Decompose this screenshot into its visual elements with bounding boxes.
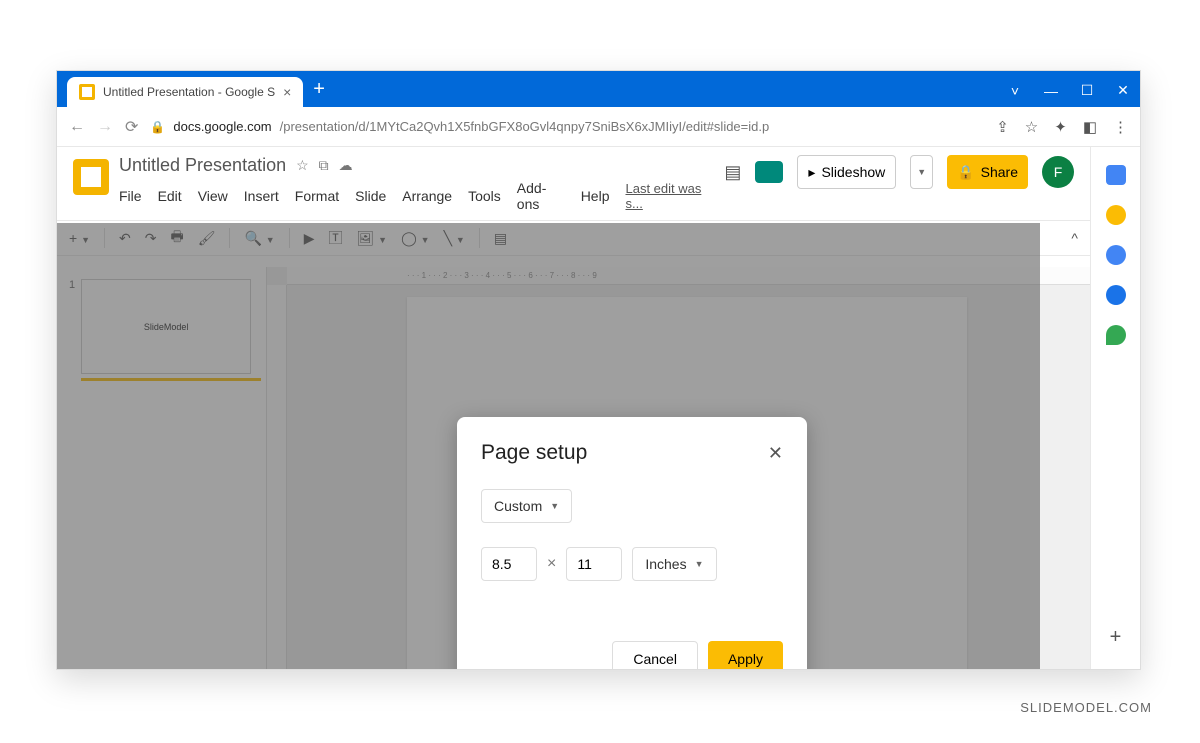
window-titlebar: Untitled Presentation - Google S × + ˅ —… — [57, 71, 1140, 107]
size-preset-value: Custom — [494, 498, 542, 514]
dialog-close-icon[interactable]: ✕ — [768, 443, 783, 464]
move-icon[interactable]: ⧉ — [319, 157, 329, 174]
undo-button[interactable]: ↶ — [119, 230, 131, 247]
sidepanel-icon[interactable]: ◧ — [1083, 118, 1097, 136]
share-label: Share — [981, 164, 1018, 180]
doc-title[interactable]: Untitled Presentation — [119, 155, 286, 176]
menu-file[interactable]: File — [119, 188, 142, 204]
dimension-separator-icon: × — [547, 555, 556, 573]
slideshow-label: Slideshow — [821, 164, 885, 180]
browser-tab[interactable]: Untitled Presentation - Google S × — [67, 77, 303, 107]
side-panel: + — [1090, 147, 1140, 669]
size-preset-dropdown[interactable]: Custom ▼ — [481, 489, 572, 523]
app-main: Untitled Presentation ☆ ⧉ ☁ File Edit Vi… — [57, 147, 1090, 669]
menu-slide[interactable]: Slide — [355, 188, 386, 204]
unit-dropdown[interactable]: Inches ▼ — [632, 547, 716, 581]
cloud-status-icon[interactable]: ☁ — [339, 157, 353, 174]
close-tab-icon[interactable]: × — [283, 84, 291, 100]
collapse-toolbar-icon[interactable]: ^ — [1071, 230, 1078, 246]
tasks-icon[interactable] — [1106, 245, 1126, 265]
window-controls: ˅ — ☐ ✕ — [1006, 82, 1132, 99]
dialog-title: Page setup — [481, 441, 587, 465]
url-host: docs.google.com — [173, 119, 271, 134]
vertical-ruler — [267, 285, 287, 669]
share-url-icon[interactable]: ⇪ — [996, 118, 1009, 136]
slides-logo-icon[interactable] — [73, 159, 109, 195]
play-icon: ▸ — [808, 164, 815, 181]
add-addon-icon[interactable]: + — [1110, 626, 1122, 649]
zoom-button[interactable]: 🔍 ▼ — [244, 230, 274, 247]
horizontal-ruler: · · · 1 · · · 2 · · · 3 · · · 4 · · · 5 … — [287, 267, 1090, 285]
chevron-down-icon: ▼ — [550, 501, 559, 511]
last-edit-link[interactable]: Last edit was s... — [625, 181, 714, 211]
cancel-button[interactable]: Cancel — [612, 641, 698, 670]
slides-favicon-icon — [79, 84, 95, 100]
url-path: /presentation/d/1MYtCa2Qvh1X5fnbGFX8oGvl… — [280, 119, 770, 134]
width-input[interactable] — [481, 547, 537, 581]
calendar-icon[interactable] — [1106, 165, 1126, 185]
slideshow-button[interactable]: ▸ Slideshow — [797, 155, 896, 189]
menu-view[interactable]: View — [198, 188, 228, 204]
shape-tool[interactable]: ◯ ▼ — [401, 230, 429, 247]
share-button[interactable]: 🔒 Share — [947, 155, 1028, 189]
comments-icon[interactable]: ▤ — [724, 162, 741, 183]
tab-title: Untitled Presentation - Google S — [103, 85, 275, 99]
thumb-number: 1 — [69, 279, 75, 381]
browser-window: Untitled Presentation - Google S × + ˅ —… — [56, 70, 1141, 670]
keep-icon[interactable] — [1106, 205, 1126, 225]
new-slide-button[interactable]: + ▼ — [69, 230, 90, 246]
comment-tool[interactable]: ▤ — [494, 230, 507, 247]
menu-addons[interactable]: Add-ons — [517, 180, 565, 212]
slideshow-dropdown[interactable]: ▼ — [910, 155, 933, 189]
bookmark-icon[interactable]: ☆ — [1025, 118, 1038, 136]
url-field[interactable]: 🔒 docs.google.com/presentation/d/1MYtCa2… — [150, 119, 984, 134]
unit-value: Inches — [645, 556, 686, 572]
menu-format[interactable]: Format — [295, 188, 339, 204]
watermark: SLIDEMODEL.COM — [1020, 700, 1152, 715]
star-icon[interactable]: ☆ — [296, 157, 309, 174]
account-avatar[interactable]: F — [1042, 156, 1074, 188]
line-tool[interactable]: ╲ ▼ — [444, 230, 465, 247]
print-button[interactable]: 🖶 — [170, 226, 183, 250]
toolbar: + ▼ ↶ ↷ 🖶 🖌 🔍 ▼ ▶ 🅃 🖼 ▼ ◯ ▼ ╲ ▼ ▤ ^ — [57, 220, 1090, 256]
paint-format-button[interactable]: 🖌 — [198, 230, 216, 247]
redo-button[interactable]: ↷ — [145, 230, 157, 247]
menu-insert[interactable]: Insert — [244, 188, 279, 204]
menu-help[interactable]: Help — [581, 188, 610, 204]
forward-button[interactable]: → — [97, 118, 113, 136]
address-bar: ← → ⟳ 🔒 docs.google.com/presentation/d/1… — [57, 107, 1140, 147]
extensions-icon[interactable]: ✦ — [1054, 118, 1067, 136]
new-tab-button[interactable]: + — [313, 78, 325, 101]
menu-arrange[interactable]: Arrange — [402, 188, 452, 204]
maximize-icon[interactable]: ☐ — [1078, 82, 1096, 99]
maps-icon[interactable] — [1106, 325, 1126, 345]
lock-icon: 🔒 — [957, 164, 974, 181]
contacts-icon[interactable] — [1106, 285, 1126, 305]
image-tool[interactable]: 🖼 ▼ — [357, 230, 388, 247]
chevron-down-icon: ▼ — [695, 559, 704, 569]
close-window-icon[interactable]: ✕ — [1114, 82, 1132, 99]
doc-header: Untitled Presentation ☆ ⧉ ☁ File Edit Vi… — [57, 147, 1090, 220]
page-setup-dialog: Page setup ✕ Custom ▼ × Inches ▼ — [457, 417, 807, 670]
minimize-icon[interactable]: — — [1042, 83, 1060, 99]
kebab-menu-icon[interactable]: ⋮ — [1113, 118, 1128, 136]
slide-panel: 1 SlideModel — [57, 267, 267, 669]
height-input[interactable] — [566, 547, 622, 581]
back-button[interactable]: ← — [69, 118, 85, 136]
lock-icon: 🔒 — [150, 120, 165, 134]
apply-button[interactable]: Apply — [708, 641, 783, 670]
select-tool[interactable]: ▶ — [304, 230, 315, 247]
textbox-tool[interactable]: 🅃 — [329, 228, 343, 248]
thumb-selection-indicator — [81, 378, 261, 381]
reload-button[interactable]: ⟳ — [125, 117, 138, 137]
menu-bar: File Edit View Insert Format Slide Arran… — [119, 180, 714, 212]
menu-edit[interactable]: Edit — [158, 188, 182, 204]
chevron-down-icon[interactable]: ˅ — [1006, 83, 1024, 99]
meet-icon[interactable] — [755, 161, 783, 183]
menu-tools[interactable]: Tools — [468, 188, 501, 204]
slide-thumbnail[interactable]: SlideModel — [81, 279, 251, 374]
